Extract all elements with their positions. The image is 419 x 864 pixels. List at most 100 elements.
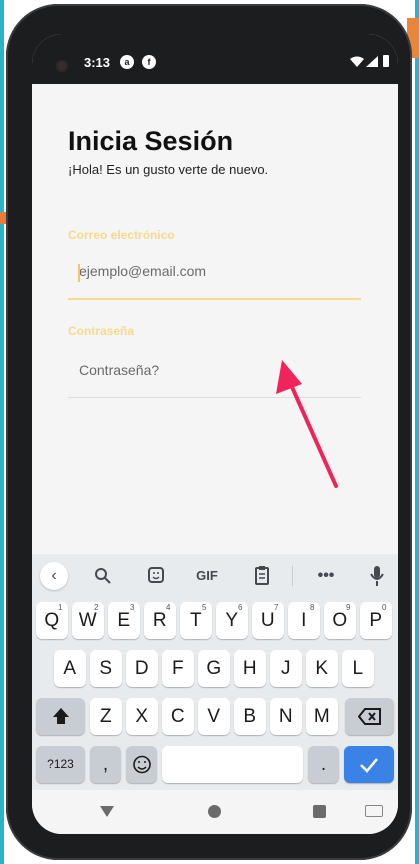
key-i[interactable]: I8 [288,602,320,639]
key-y-label: Y [225,610,239,631]
key-t-hint: 5 [202,603,207,612]
key-q-label: Q [44,610,60,631]
key-period-label: . [320,754,327,775]
shift-icon [52,708,69,724]
on-screen-keyboard: ‹ GIF ••• Q 1 W 2 E 3 R 4 T 5 Y 6 U 7 I … [32,554,398,790]
key-k[interactable]: K [306,650,338,687]
wifi-icon [350,56,364,67]
key-r-hint: 4 [166,603,171,612]
key-comma[interactable]: , [90,746,121,783]
clipboard-icon[interactable] [254,562,270,590]
key-c[interactable]: C [162,698,194,735]
emoji-icon [132,755,151,774]
key-o[interactable]: O9 [324,602,356,639]
key-u[interactable]: U7 [252,602,284,639]
key-z[interactable]: Z [90,698,122,735]
key-p-hint: 0 [382,603,387,612]
key-o-hint: 9 [346,603,351,612]
search-icon[interactable] [94,562,112,590]
key-period[interactable]: . [308,746,339,783]
key-z-label: Z [99,706,112,727]
key-x[interactable]: X [126,698,158,735]
space-bar[interactable] [162,746,303,783]
symbols-key[interactable]: ?123 [36,746,85,783]
key-r[interactable]: R4 [144,602,176,639]
key-d[interactable]: D [126,650,158,687]
backspace-icon [357,708,381,725]
key-v[interactable]: V [198,698,230,735]
annotation-arrow [276,360,338,488]
mic-icon[interactable] [370,562,384,590]
home-icon[interactable] [208,805,221,818]
key-l[interactable]: L [342,650,374,687]
key-b[interactable]: B [234,698,266,735]
key-j[interactable]: J [270,650,302,687]
key-e-label: E [117,610,131,631]
key-x-label: X [135,706,149,727]
key-m[interactable]: M [306,698,338,735]
navigation-bar [32,790,398,834]
key-g[interactable]: G [198,650,230,687]
status-bar: 3:13 a f [32,34,398,84]
emoji-key[interactable] [126,746,157,783]
key-q[interactable]: Q1 [36,602,68,639]
key-d-label: D [134,658,149,679]
email-field[interactable] [68,244,361,300]
key-a[interactable]: A [54,650,86,687]
key-i-hint: 8 [310,603,315,612]
key-m-label: M [313,706,330,727]
keyboard-toolbar: ‹ GIF ••• [32,554,398,598]
gif-button[interactable]: GIF [192,562,222,590]
key-w-label: W [78,610,97,631]
key-w-hint: 2 [94,603,99,612]
key-y[interactable]: Y6 [216,602,248,639]
key-b-label: B [243,706,257,727]
chevron-left-icon[interactable]: ‹ [40,562,68,590]
keyboard-switch-icon[interactable] [365,805,383,817]
key-u-hint: 7 [274,603,279,612]
key-h-label: H [242,658,257,679]
key-comma-label: , [102,754,109,775]
key-w[interactable]: W2 [72,602,104,639]
email-label: Correo electrónico [68,228,175,242]
key-a-label: A [63,658,77,679]
key-j-label: J [281,658,291,679]
shift-key[interactable] [36,698,85,735]
sticker-icon[interactable] [147,562,165,590]
back-icon[interactable] [100,806,114,817]
key-e-hint: 3 [130,603,135,612]
key-r-label: R [152,610,167,631]
key-t[interactable]: T5 [180,602,212,639]
password-label: Contraseña [68,324,135,338]
key-n[interactable]: N [270,698,302,735]
key-l-label: L [352,658,364,679]
key-u-label: U [260,610,275,631]
key-k-label: K [315,658,329,679]
key-f-label: F [171,658,184,679]
key-s[interactable]: S [90,650,122,687]
phone-frame: 3:13 a f Inicia Sesión ¡Hola! Es un gust… [6,4,412,860]
key-c-label: C [170,706,185,727]
key-y-hint: 6 [238,603,243,612]
key-o-label: O [332,610,348,631]
enter-key[interactable] [344,746,394,783]
key-g-label: G [206,658,222,679]
more-icon[interactable]: ••• [316,562,336,590]
symbols-key-label: ?123 [47,757,74,771]
key-h[interactable]: H [234,650,266,687]
page-title: Inicia Sesión [68,126,234,156]
key-e[interactable]: E3 [108,602,140,639]
key-p-label: P [369,610,383,631]
key-q-hint: 1 [58,603,63,612]
key-t-label: T [189,610,202,631]
emulator-right-border [415,0,419,864]
key-p[interactable]: P0 [360,602,392,639]
recents-icon[interactable] [313,805,326,818]
text-cursor [78,264,80,282]
front-camera [58,62,66,70]
notification-icon: a [120,55,134,69]
notification-icon: f [142,55,156,69]
phone-screen: 3:13 a f Inicia Sesión ¡Hola! Es un gust… [32,34,398,834]
backspace-key[interactable] [345,698,394,735]
key-f[interactable]: F [162,650,194,687]
